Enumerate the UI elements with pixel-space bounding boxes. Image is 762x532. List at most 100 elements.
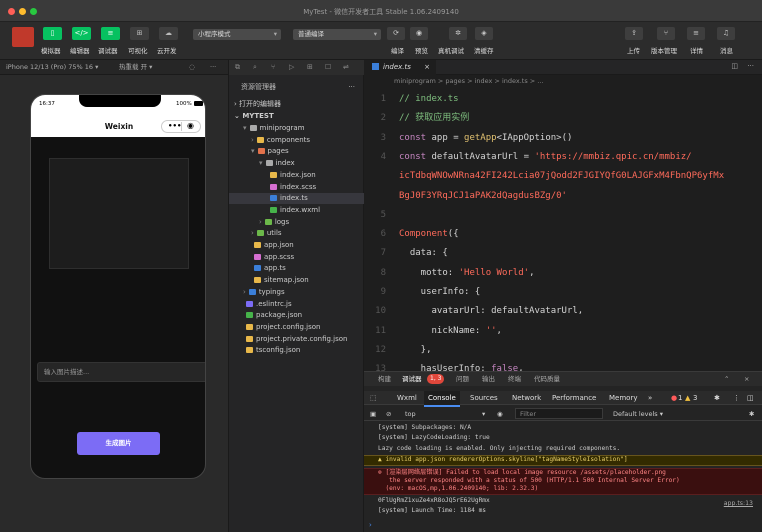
more-tabs-button[interactable]: »: [648, 391, 652, 405]
tree-item[interactable]: › logs: [229, 217, 365, 228]
split-editor-icon[interactable]: ◫: [731, 62, 738, 70]
editor-toggle-button[interactable]: </>: [72, 27, 91, 40]
tab-network[interactable]: Network: [512, 391, 541, 405]
rotate-icon[interactable]: ◌: [189, 60, 195, 75]
close-icon[interactable]: ×: [424, 60, 430, 75]
error-count: 1: [678, 394, 683, 402]
tree-item[interactable]: index.ts: [229, 193, 365, 205]
messages-button[interactable]: ♫: [717, 27, 735, 40]
clear-console-icon[interactable]: ⊘: [386, 407, 391, 421]
tree-item-label: components: [266, 135, 311, 144]
code-line: 1 // index.ts: [364, 90, 762, 110]
sidebar-toggle-icon[interactable]: ▣: [370, 407, 376, 421]
tree-item-label: app.ts: [264, 264, 286, 273]
tab-code-quality[interactable]: 代码质量: [534, 372, 560, 386]
files-icon[interactable]: ⧉: [235, 60, 240, 75]
tree-item[interactable]: project.private.config.json: [229, 334, 365, 345]
close-icon[interactable]: ×: [744, 372, 749, 386]
tab-debugger[interactable]: 调试器: [402, 372, 422, 386]
hotreload-select[interactable]: 热重载 开 ▾: [119, 60, 152, 75]
open-editors-section[interactable]: › 打开的编辑器: [229, 99, 365, 110]
tab-wxml[interactable]: Wxml: [397, 391, 417, 405]
remote-icon[interactable]: ⇌: [343, 60, 349, 75]
tree-item[interactable]: app.json: [229, 240, 365, 251]
remote-debug-button[interactable]: ✲: [449, 27, 467, 40]
tab-build[interactable]: 构建: [378, 372, 391, 386]
tree-item[interactable]: sitemap.json: [229, 275, 365, 286]
chevron-up-icon[interactable]: ⌃: [724, 372, 729, 386]
more-icon[interactable]: •••: [168, 122, 181, 130]
tree-item[interactable]: app.scss: [229, 252, 365, 263]
more-icon[interactable]: ···: [747, 62, 754, 70]
notch: [79, 95, 161, 107]
tree-item[interactable]: ▾ pages: [229, 146, 365, 157]
tree-item[interactable]: index.json: [229, 170, 365, 181]
compile-select[interactable]: 普通编译 ▾: [293, 29, 381, 40]
preview-button[interactable]: ◉: [410, 27, 428, 40]
menu-icon: ≡: [693, 29, 699, 37]
toolbar-label-messages: 消息: [720, 47, 733, 55]
console-prompt[interactable]: ›: [369, 521, 372, 529]
project-section[interactable]: ⌄ MYTEST: [229, 111, 365, 122]
inspect-icon[interactable]: ⬚: [370, 391, 377, 405]
compile-button[interactable]: ⟳: [387, 27, 405, 40]
tab-memory[interactable]: Memory: [609, 391, 637, 405]
avatar[interactable]: [12, 27, 34, 47]
tab-sources[interactable]: Sources: [470, 391, 498, 405]
gear-icon[interactable]: ✱: [749, 407, 754, 421]
visual-toggle-button[interactable]: ⊞: [130, 27, 149, 40]
debugger-toggle-button[interactable]: ≡: [101, 27, 120, 40]
tree-item[interactable]: project.config.json: [229, 322, 365, 333]
version-button[interactable]: ⑂: [657, 27, 675, 40]
more-icon[interactable]: ···: [210, 60, 216, 75]
generate-image-button[interactable]: 生成图片: [77, 432, 160, 455]
console-filter-input[interactable]: Filter: [515, 408, 603, 419]
tab-performance[interactable]: Performance: [552, 391, 596, 405]
upload-button[interactable]: ⇪: [625, 27, 643, 40]
tree-item[interactable]: ▾ miniprogram: [229, 123, 365, 134]
tab-output[interactable]: 输出: [482, 372, 495, 386]
tree-item[interactable]: › components: [229, 135, 365, 146]
debug-icon[interactable]: ▷: [289, 60, 294, 75]
details-button[interactable]: ≡: [687, 27, 705, 40]
tree-item[interactable]: index.wxml: [229, 205, 365, 216]
console-message: Lazy code loading is enabled. Only injec…: [378, 444, 621, 452]
tree-item[interactable]: › typings: [229, 287, 365, 298]
ts-file-icon: [372, 63, 379, 70]
log-levels-select[interactable]: Default levels ▾: [613, 407, 663, 421]
dock-icon[interactable]: ◫: [747, 391, 754, 405]
tree-item[interactable]: tsconfig.json: [229, 345, 365, 356]
tab-console[interactable]: Console: [424, 391, 460, 407]
extensions-icon[interactable]: ⊞: [307, 60, 313, 75]
close-circle-icon[interactable]: ◉: [187, 121, 194, 130]
chevron-right-icon: ›: [243, 287, 246, 296]
simulator-toggle-button[interactable]: ▯: [43, 27, 62, 40]
tree-item[interactable]: ▾ index: [229, 158, 365, 169]
tab-terminal[interactable]: 终端: [508, 372, 521, 386]
chevron-down-icon[interactable]: ▾: [482, 407, 485, 421]
device-select[interactable]: iPhone 12/13 (Pro) 75% 16 ▾: [6, 60, 98, 75]
tree-item[interactable]: index.scss: [229, 182, 365, 193]
mode-select[interactable]: 小程序模式 ▾: [193, 29, 281, 40]
source-link[interactable]: app.ts:13: [724, 500, 753, 507]
capsule-menu[interactable]: ••• ◉: [161, 120, 201, 133]
file-icon: [254, 265, 261, 272]
cloud-icon[interactable]: ☐: [325, 60, 331, 75]
gear-icon[interactable]: ✱: [714, 391, 720, 405]
cloud-icon: ☁: [165, 29, 172, 37]
tree-item[interactable]: package.json: [229, 310, 365, 321]
tree-item[interactable]: .eslintrc.js: [229, 299, 365, 310]
context-select[interactable]: top: [405, 407, 416, 421]
tree-item[interactable]: app.ts: [229, 263, 365, 274]
source-control-icon[interactable]: ⑂: [271, 60, 275, 75]
eye-icon[interactable]: ◉: [497, 407, 503, 421]
tree-item[interactable]: › utils: [229, 228, 365, 239]
prompt-input[interactable]: 输入图片描述...: [37, 362, 205, 382]
more-icon[interactable]: ⋮: [733, 391, 740, 405]
tab-index-ts[interactable]: index.ts ×: [364, 60, 436, 75]
tab-problems[interactable]: 问题: [456, 372, 469, 386]
more-icon[interactable]: ···: [348, 82, 355, 93]
cloud-dev-button[interactable]: ☁: [159, 27, 178, 40]
clear-cache-button[interactable]: ◈: [475, 27, 493, 40]
search-icon[interactable]: ⌕: [253, 60, 257, 75]
